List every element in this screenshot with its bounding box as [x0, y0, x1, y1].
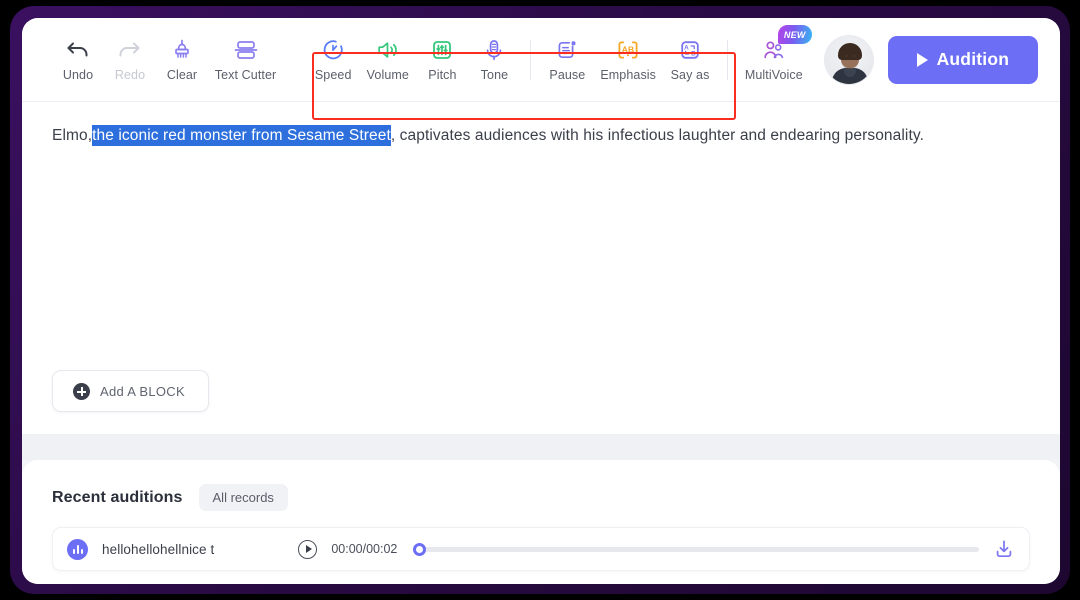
audition-button-label: Audition — [937, 49, 1010, 70]
toolbar-label-pitch: Pitch — [428, 68, 456, 82]
toolbar-label-speed: Speed — [315, 68, 352, 82]
plus-circle-icon — [73, 383, 90, 400]
editor-text-selected[interactable]: the iconic red monster from Sesame Stree… — [92, 125, 391, 146]
screenshot-frame: Undo Redo — [0, 0, 1080, 600]
toolbar-button-text-cutter[interactable]: Text Cutter — [208, 37, 283, 82]
new-badge: NEW — [778, 25, 812, 44]
say-as-icon: A B — [678, 37, 702, 63]
redo-arrow-icon — [118, 37, 143, 63]
pause-textbox-icon — [555, 37, 579, 63]
toolbar-button-say-as[interactable]: A B Say as — [663, 37, 717, 82]
recent-auditions-panel: Recent auditions All records hellohelloh… — [22, 460, 1060, 584]
toolbar-button-multivoice[interactable]: NEW MultiVoice — [738, 37, 810, 82]
audition-button[interactable]: Audition — [888, 36, 1038, 84]
text-editor-area[interactable]: Elmo,the iconic red monster from Sesame … — [22, 102, 1060, 434]
toolbar-label-redo: Redo — [115, 68, 145, 82]
all-records-button[interactable]: All records — [199, 484, 288, 511]
undo-arrow-icon — [66, 37, 91, 63]
toolbar-label-multivoice: MultiVoice — [745, 68, 803, 82]
svg-text:AB: AB — [622, 44, 634, 54]
recent-auditions-title: Recent auditions — [52, 489, 183, 507]
download-icon[interactable] — [993, 538, 1015, 560]
toolbar-button-pitch[interactable]: Pitch — [416, 37, 468, 82]
panel-gap — [22, 434, 1060, 460]
toolbar-divider — [530, 40, 531, 80]
toolbar-label-pause: Pause — [549, 68, 585, 82]
audio-progress-slider[interactable] — [413, 547, 979, 552]
speaker-icon — [375, 37, 400, 63]
avatar-collar — [844, 68, 856, 77]
toolbar-button-pause[interactable]: Pause — [541, 37, 593, 82]
play-circle-icon[interactable] — [298, 540, 317, 559]
toolbar-divider-2 — [727, 40, 728, 80]
app-window: Undo Redo — [22, 18, 1060, 584]
microphone-icon — [482, 37, 506, 63]
avatar-eye-right — [853, 55, 856, 57]
audio-row-name: hellohellohellnice t — [102, 542, 214, 557]
toolbar-button-redo[interactable]: Redo — [104, 37, 156, 82]
svg-text:B: B — [691, 51, 696, 58]
slider-track — [413, 547, 979, 552]
audio-time-display: 00:00/00:02 — [331, 542, 397, 556]
slider-knob[interactable] — [413, 543, 426, 556]
svg-text:A: A — [684, 44, 689, 51]
play-icon — [917, 53, 928, 67]
toolbar-label-emphasis: Emphasis — [600, 68, 656, 82]
avatar-eye-left — [845, 55, 848, 57]
toolbar-label-undo: Undo — [63, 68, 93, 82]
toolbar-label-text-cutter: Text Cutter — [215, 68, 277, 82]
equalizer-icon — [430, 37, 454, 63]
toolbar-button-clear[interactable]: Clear — [156, 37, 208, 82]
toolbar-label-clear: Clear — [167, 68, 197, 82]
editor-text-before: Elmo, — [52, 127, 92, 144]
add-block-button[interactable]: Add A BLOCK — [52, 370, 209, 412]
toolbar-button-volume[interactable]: Volume — [359, 37, 416, 82]
toolbar: Undo Redo — [22, 18, 1060, 102]
toolbar-button-speed[interactable]: Speed — [307, 37, 359, 82]
toolbar-label-tone: Tone — [481, 68, 509, 82]
recent-auditions-header: Recent auditions All records — [52, 484, 1030, 511]
avatar[interactable] — [824, 35, 874, 85]
text-cutter-icon — [233, 37, 259, 63]
toolbar-button-emphasis[interactable]: AB Emphasis — [593, 37, 663, 82]
audio-waveform-icon — [67, 539, 88, 560]
broom-icon — [170, 37, 194, 63]
audio-row[interactable]: hellohellohellnice t 00:00/00:02 — [52, 527, 1030, 571]
toolbar-button-undo[interactable]: Undo — [52, 37, 104, 82]
add-block-label: Add A BLOCK — [100, 384, 185, 399]
editor-sentence[interactable]: Elmo,the iconic red monster from Sesame … — [52, 124, 1030, 147]
play-triangle-icon — [306, 545, 312, 553]
ab-brackets-icon: AB — [615, 37, 641, 63]
toolbar-label-say-as: Say as — [671, 68, 710, 82]
toolbar-button-tone[interactable]: Tone — [468, 37, 520, 82]
editor-text-after: , captivates audiences with his infectio… — [391, 127, 924, 144]
toolbar-label-volume: Volume — [367, 68, 409, 82]
stopwatch-icon — [321, 37, 345, 63]
editor-panel: Undo Redo — [22, 18, 1060, 434]
